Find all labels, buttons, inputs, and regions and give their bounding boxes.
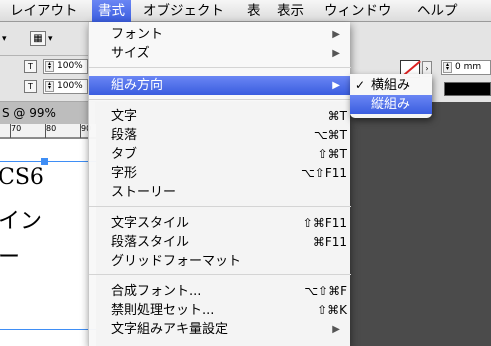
menu-bar: レイアウト 書式 オブジェクト 表 表示 ウィンドウ ヘルプ xyxy=(0,0,491,22)
menu-format[interactable]: 書式 xyxy=(92,0,131,22)
submenu-item-vertical[interactable]: 縦組み xyxy=(350,95,432,114)
menu-item-font[interactable]: フォント ▶ xyxy=(89,25,351,44)
shortcut: ⌥⌘T xyxy=(313,128,347,142)
document-tab[interactable]: S @ 99% xyxy=(0,102,96,124)
scale-y-field[interactable]: ▴ ▾ 100% xyxy=(43,79,88,94)
menu-object[interactable]: オブジェクト xyxy=(137,0,230,22)
frame-handle[interactable] xyxy=(41,158,48,165)
submenu-item-horizontal[interactable]: ✓ 横組み xyxy=(350,76,432,95)
shortcut: ⌥⇧⌘F xyxy=(304,284,347,298)
scale-x-field[interactable]: ▴ ▾ 100% xyxy=(43,59,88,74)
ruler-label: 80 xyxy=(46,124,57,133)
menu-item-tabs[interactable]: タブ ⇧⌘T xyxy=(89,145,351,164)
stepper-icon[interactable]: ▴ ▾ xyxy=(45,81,54,92)
menu-help[interactable]: ヘルプ xyxy=(411,0,464,22)
divider xyxy=(0,55,88,56)
menu-view[interactable]: 表示 xyxy=(271,0,310,22)
writing-direction-submenu: ✓ 横組み 縦組み xyxy=(350,74,432,118)
scale-y-icon: T xyxy=(24,80,37,93)
stroke-weight-field[interactable]: ▴ ▾ 0 mm xyxy=(441,60,491,75)
chevron-down-icon[interactable]: ▾ xyxy=(48,34,53,44)
menu-item-paragraph-styles[interactable]: 段落スタイル ⌘F11 xyxy=(89,233,351,252)
chevron-down-icon[interactable]: ▾ xyxy=(2,34,7,44)
shortcut: ⌥⇧F11 xyxy=(300,166,347,180)
menu-item-character[interactable]: 文字 ⌘T xyxy=(89,107,351,126)
ruler-label: 70 xyxy=(11,124,22,133)
menu-item-writing-direction[interactable]: 組み方向 ▶ xyxy=(89,76,351,95)
menu-table[interactable]: 表 xyxy=(241,0,267,22)
menu-item-character-styles[interactable]: 文字スタイル ⇧⌘F11 xyxy=(89,214,351,233)
menu-separator xyxy=(89,274,351,275)
menu-item-kinsoku-sets[interactable]: 禁則処理セット... ⇧⌘K xyxy=(89,301,351,320)
menu-separator xyxy=(89,67,351,68)
menu-separator xyxy=(89,206,351,207)
text-frame-edge xyxy=(0,329,96,330)
menu-window[interactable]: ウィンドウ xyxy=(318,0,398,22)
stroke-type-select[interactable] xyxy=(444,82,491,96)
pasteboard xyxy=(350,102,491,346)
shortcut: ⇧⌘T xyxy=(317,147,347,161)
document-page[interactable]: CS6 イン ー xyxy=(0,139,96,346)
menu-item-composite-fonts[interactable]: 合成フォント... ⌥⇧⌘F xyxy=(89,282,351,301)
horizontal-ruler: 70 80 90 xyxy=(0,124,96,138)
menu-item-glyphs[interactable]: 字形 ⌥⇧F11 xyxy=(89,164,351,183)
stepper-icon[interactable]: ▴ ▾ xyxy=(443,62,452,73)
menu-layout[interactable]: レイアウト xyxy=(4,0,84,22)
page-text-line: ー xyxy=(0,245,21,270)
format-menu: フォント ▶ サイズ ▶ 組み方向 ▶ 文字 ⌘T 段落 ⌥⌘T タブ ⇧⌘T … xyxy=(88,22,351,346)
text-frame-edge xyxy=(0,161,96,162)
menu-item-size[interactable]: サイズ ▶ xyxy=(89,44,351,63)
shortcut: ⇧⌘K xyxy=(317,303,347,317)
stepper-icon[interactable]: ▴ ▾ xyxy=(45,61,54,72)
shortcut: ⌘F11 xyxy=(312,235,347,249)
page-text-line: イン xyxy=(0,209,43,234)
shortcut: ⌘T xyxy=(327,109,347,123)
submenu-arrow-icon: ▶ xyxy=(332,29,340,40)
submenu-arrow-icon: ▶ xyxy=(332,80,340,91)
submenu-arrow-icon: ▶ xyxy=(332,48,340,59)
checkmark-icon: ✓ xyxy=(355,78,366,92)
menu-item-grid-format[interactable]: グリッドフォーマット xyxy=(89,252,351,271)
menu-item-paragraph[interactable]: 段落 ⌥⌘T xyxy=(89,126,351,145)
menu-item-story[interactable]: ストーリー xyxy=(89,183,351,202)
shortcut: ⇧⌘F11 xyxy=(302,216,347,230)
menu-item-mojikumi-sets[interactable]: 文字組みアキ量設定 ▶ xyxy=(89,320,351,339)
submenu-arrow-icon: ▶ xyxy=(332,324,340,335)
menu-separator xyxy=(89,99,351,100)
layout-grid-icon[interactable]: ▦ xyxy=(30,31,46,46)
scale-x-icon: T xyxy=(24,60,37,73)
page-text-line: CS6 xyxy=(0,165,44,190)
